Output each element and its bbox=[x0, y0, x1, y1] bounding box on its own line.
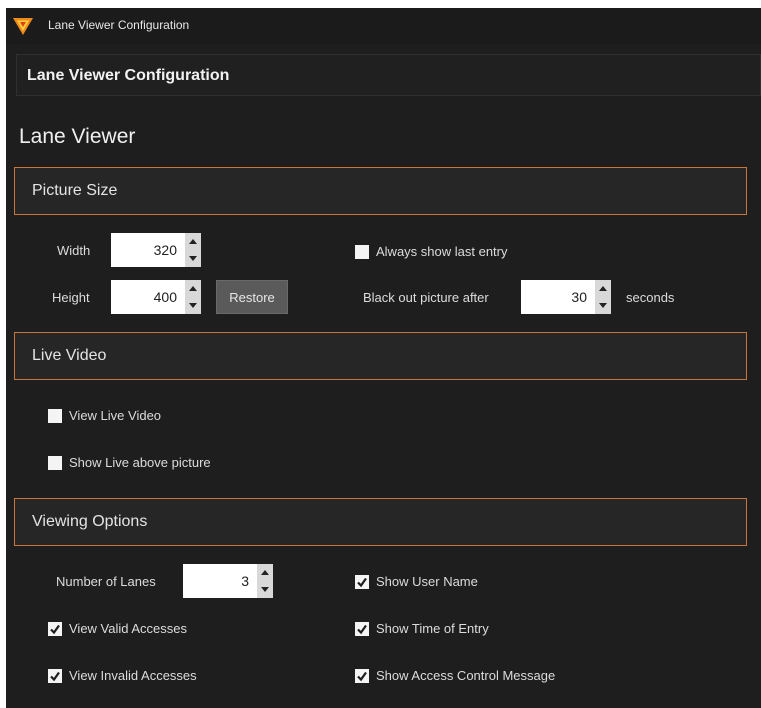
always-show-last-entry-label: Always show last entry bbox=[376, 244, 508, 259]
width-spinbox[interactable]: 320 bbox=[111, 233, 201, 267]
live-video-group-label: Live Video bbox=[32, 347, 107, 364]
chevron-up-icon bbox=[261, 570, 269, 575]
blackout-value: 30 bbox=[571, 289, 587, 305]
show-user-name-label: Show User Name bbox=[376, 574, 478, 589]
view-live-video-label: View Live Video bbox=[69, 408, 162, 423]
width-decrement-button[interactable] bbox=[185, 250, 201, 267]
chevron-down-icon bbox=[599, 303, 607, 308]
show-access-control-message-label: Show Access Control Message bbox=[376, 668, 556, 683]
config-header: Lane Viewer Configuration bbox=[16, 54, 761, 96]
view-valid-accesses-label: View Valid Accesses bbox=[69, 621, 188, 636]
checkmark-icon bbox=[50, 671, 60, 681]
blackout-label: Black out picture after bbox=[363, 290, 489, 305]
checkbox-box bbox=[48, 668, 62, 683]
configuration-window: Lane Viewer Configuration Lane Viewer Co… bbox=[6, 8, 761, 708]
checkbox-box bbox=[48, 408, 62, 423]
height-label: Height bbox=[52, 290, 90, 305]
checkbox-box bbox=[355, 574, 369, 589]
restore-button[interactable]: Restore bbox=[216, 280, 288, 314]
chevron-up-icon bbox=[599, 286, 607, 291]
number-of-lanes-label: Number of Lanes bbox=[56, 574, 156, 589]
number-of-lanes-spinbox[interactable]: 3 bbox=[183, 564, 273, 598]
chevron-down-icon bbox=[261, 587, 269, 592]
width-spin-arrows bbox=[185, 233, 201, 267]
config-header-title: Lane Viewer Configuration bbox=[27, 67, 230, 84]
blackout-spin-arrows bbox=[595, 280, 611, 314]
height-spin-arrows bbox=[185, 280, 201, 314]
height-value: 400 bbox=[153, 289, 177, 305]
checkmark-icon bbox=[50, 624, 60, 634]
view-valid-accesses-checkbox[interactable]: View Valid Accesses bbox=[48, 621, 187, 636]
lanes-increment-button[interactable] bbox=[257, 564, 273, 581]
lanes-spin-arrows bbox=[257, 564, 273, 598]
chevron-down-icon bbox=[189, 256, 197, 261]
width-value: 320 bbox=[153, 242, 177, 258]
blackout-increment-button[interactable] bbox=[595, 280, 611, 297]
height-increment-button[interactable] bbox=[185, 280, 201, 297]
lanes-decrement-button[interactable] bbox=[257, 581, 273, 598]
live-video-group-header: Live Video bbox=[14, 332, 747, 380]
show-user-name-checkbox[interactable]: Show User Name bbox=[355, 574, 478, 589]
height-decrement-button[interactable] bbox=[185, 297, 201, 314]
page-title: Lane Viewer bbox=[19, 125, 136, 148]
chevron-up-icon bbox=[189, 286, 197, 291]
title-bar: Lane Viewer Configuration bbox=[6, 8, 761, 44]
checkbox-box bbox=[355, 621, 369, 636]
height-spinbox[interactable]: 400 bbox=[111, 280, 201, 314]
chevron-up-icon bbox=[189, 239, 197, 244]
checkmark-icon bbox=[357, 624, 367, 634]
view-invalid-accesses-checkbox[interactable]: View Invalid Accesses bbox=[48, 668, 197, 683]
picture-size-group-label: Picture Size bbox=[32, 182, 118, 199]
blackout-decrement-button[interactable] bbox=[595, 297, 611, 314]
show-live-above-picture-checkbox[interactable]: Show Live above picture bbox=[48, 455, 211, 470]
seconds-label: seconds bbox=[626, 290, 675, 305]
blackout-spinbox[interactable]: 30 bbox=[521, 280, 611, 314]
checkmark-icon bbox=[357, 577, 367, 587]
view-live-video-checkbox[interactable]: View Live Video bbox=[48, 408, 161, 423]
chevron-down-icon bbox=[189, 303, 197, 308]
view-invalid-accesses-label: View Invalid Accesses bbox=[69, 668, 197, 683]
checkbox-box bbox=[48, 621, 62, 636]
checkbox-box bbox=[355, 668, 369, 683]
width-label: Width bbox=[57, 243, 91, 258]
checkbox-box bbox=[355, 244, 369, 259]
viewing-options-group-header: Viewing Options bbox=[14, 498, 747, 546]
number-of-lanes-value: 3 bbox=[241, 573, 249, 589]
width-increment-button[interactable] bbox=[185, 233, 201, 250]
checkmark-icon bbox=[357, 671, 367, 681]
show-live-above-picture-label: Show Live above picture bbox=[69, 455, 211, 470]
checkbox-box bbox=[48, 455, 62, 470]
picture-size-group-header: Picture Size bbox=[14, 167, 747, 215]
app-logo-icon bbox=[13, 18, 33, 35]
show-time-of-entry-label: Show Time of Entry bbox=[376, 621, 489, 636]
window-title: Lane Viewer Configuration bbox=[48, 18, 190, 32]
show-access-control-message-checkbox[interactable]: Show Access Control Message bbox=[355, 668, 555, 683]
always-show-last-entry-checkbox[interactable]: Always show last entry bbox=[355, 244, 508, 259]
show-time-of-entry-checkbox[interactable]: Show Time of Entry bbox=[355, 621, 489, 636]
viewing-options-group-label: Viewing Options bbox=[32, 513, 148, 530]
